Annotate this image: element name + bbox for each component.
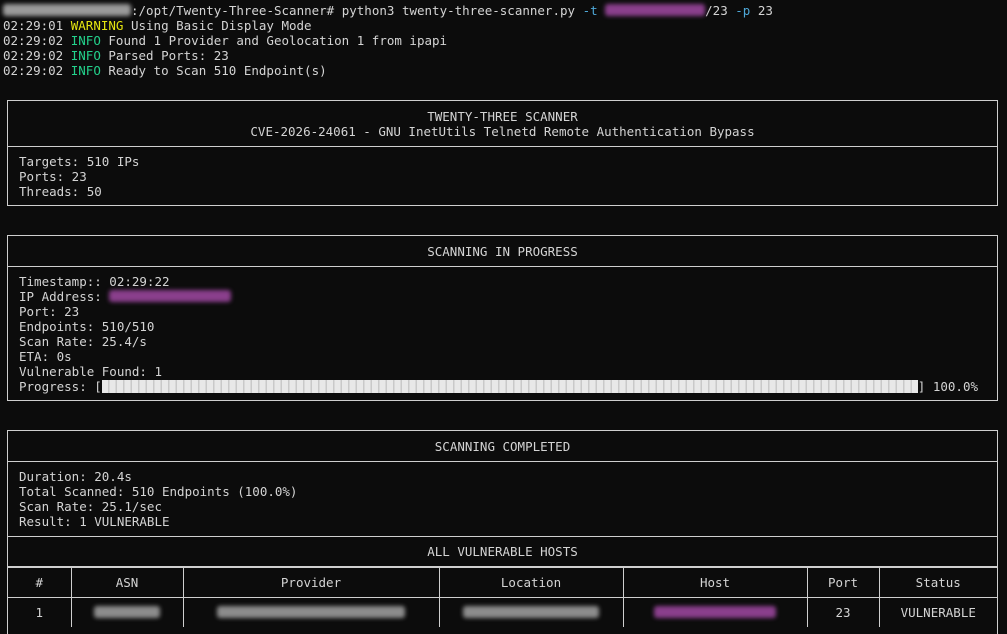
column-header-location: Location [438, 567, 624, 598]
redacted-host-ip [654, 606, 776, 618]
hosts-title: ALL VULNERABLE HOSTS [427, 544, 578, 559]
eta-text: ETA: 0s [19, 349, 72, 364]
column-header-provider: Provider [182, 567, 440, 598]
log-line: 02:29:02 INFO Parsed Ports: 23 [3, 48, 229, 63]
log-level-info: INFO [70, 33, 101, 48]
progress-title: SCANNING IN PROGRESS [427, 244, 578, 259]
threads-text: Threads: 50 [19, 184, 102, 199]
column-header-port: Port [806, 567, 880, 598]
ip-address-label: IP Address: [19, 289, 110, 304]
progress-label: Progress: [ [19, 379, 102, 394]
column-header-asn: ASN [70, 567, 184, 598]
hosts-header: ALL VULNERABLE HOSTS [8, 537, 997, 567]
cell-port: 23 [806, 597, 880, 627]
log-time: 02:29:02 [3, 63, 64, 78]
log-time: 02:29:02 [3, 33, 64, 48]
scanner-subtitle: CVE-2026-24061 - GNU InetUtils Telnetd R… [250, 124, 755, 139]
timestamp-text: Timestamp:: 02:29:22 [19, 274, 170, 289]
cell-provider [182, 597, 440, 627]
scanner-config: Targets: 510 IPs Ports: 23 Threads: 50 [8, 147, 997, 199]
vulnerable-hosts-table: # ASN Provider Location Host Port Status… [8, 567, 997, 627]
log-message: Using Basic Display Mode [130, 18, 312, 33]
scanner-header: TWENTY-THREE SCANNER CVE-2026-24061 - GN… [8, 101, 997, 147]
target-cidr: /23 [705, 3, 728, 18]
redacted-target-ip [605, 4, 706, 16]
port-arg: 23 [757, 3, 773, 18]
flag-port: -p [735, 3, 751, 18]
log-message: Parsed Ports: 23 [108, 48, 229, 63]
column-header-status: Status [878, 567, 997, 598]
terminal-window[interactable]: :/opt/Twenty-Three-Scanner# python3 twen… [0, 0, 1007, 634]
progress-bar-fill [101, 380, 918, 393]
completed-header: SCANNING COMPLETED [8, 431, 997, 462]
column-header-host: Host [622, 567, 808, 598]
vulnerable-found-text: Vulnerable Found: 1 [19, 364, 162, 379]
scanner-info-panel: TWENTY-THREE SCANNER CVE-2026-24061 - GN… [7, 100, 998, 206]
redacted-provider [217, 606, 405, 618]
completed-summary: Duration: 20.4s Total Scanned: 510 Endpo… [8, 462, 997, 537]
flag-target: -t [582, 3, 598, 18]
table-header-row: # ASN Provider Location Host Port Status [8, 567, 997, 598]
command-line: :/opt/Twenty-Three-Scanner# python3 twen… [3, 3, 773, 18]
ip-address-row: IP Address: [19, 289, 997, 304]
log-message: Found 1 Provider and Geolocation 1 from … [108, 33, 448, 48]
progress-details: Timestamp:: 02:29:22 IP Address: Port: 2… [8, 267, 997, 394]
scan-completed-panel: SCANNING COMPLETED Duration: 20.4s Total… [7, 430, 998, 634]
command-text: python3 twenty-three-scanner.py [341, 3, 576, 18]
duration-text: Duration: 20.4s [19, 469, 132, 484]
ports-text: Ports: 23 [19, 169, 87, 184]
targets-text: Targets: 510 IPs [19, 154, 140, 169]
scan-rate-text: Scan Rate: 25.4/s [19, 334, 147, 349]
final-scan-rate-text: Scan Rate: 25.1/sec [19, 499, 162, 514]
progress-bar [101, 380, 918, 393]
redacted-asn [94, 606, 160, 618]
redacted-hostname [3, 4, 131, 16]
endpoints-text: Endpoints: 510/510 [19, 319, 155, 334]
log-message: Ready to Scan 510 Endpoint(s) [108, 63, 327, 78]
log-line: 02:29:02 INFO Found 1 Provider and Geolo… [3, 33, 447, 48]
completed-title: SCANNING COMPLETED [434, 439, 571, 454]
total-scanned-text: Total Scanned: 510 Endpoints (100.0%) [19, 484, 298, 499]
cell-location [438, 597, 624, 627]
log-level-warning: WARNING [70, 18, 124, 33]
cell-host [622, 597, 808, 627]
result-text: Result: 1 VULNERABLE [19, 514, 170, 529]
log-line: 02:29:02 INFO Ready to Scan 510 Endpoint… [3, 63, 327, 78]
scanner-title: TWENTY-THREE SCANNER [427, 109, 578, 124]
log-level-info: INFO [70, 48, 101, 63]
redacted-location [463, 606, 599, 618]
progress-percent: 100.0% [932, 379, 979, 394]
cell-asn [70, 597, 184, 627]
log-line: 02:29:01 WARNING Using Basic Display Mod… [3, 18, 312, 33]
log-time: 02:29:01 [3, 18, 64, 33]
redacted-ip-address [109, 290, 232, 302]
table-row: 1 23 VULNERABLE [8, 597, 997, 627]
log-time: 02:29:02 [3, 48, 64, 63]
cell-status: VULNERABLE [878, 597, 997, 627]
progress-header: SCANNING IN PROGRESS [8, 236, 997, 267]
port-text: Port: 23 [19, 304, 80, 319]
log-level-info: INFO [70, 63, 101, 78]
cell-number: 1 [8, 597, 72, 627]
prompt-path: :/opt/Twenty-Three-Scanner# [131, 3, 335, 18]
progress-row: Progress: [ ] 100.0% [19, 379, 997, 394]
column-header-number: # [8, 567, 72, 598]
scan-progress-panel: SCANNING IN PROGRESS Timestamp:: 02:29:2… [7, 235, 998, 401]
progress-close-bracket: ] [917, 379, 926, 394]
